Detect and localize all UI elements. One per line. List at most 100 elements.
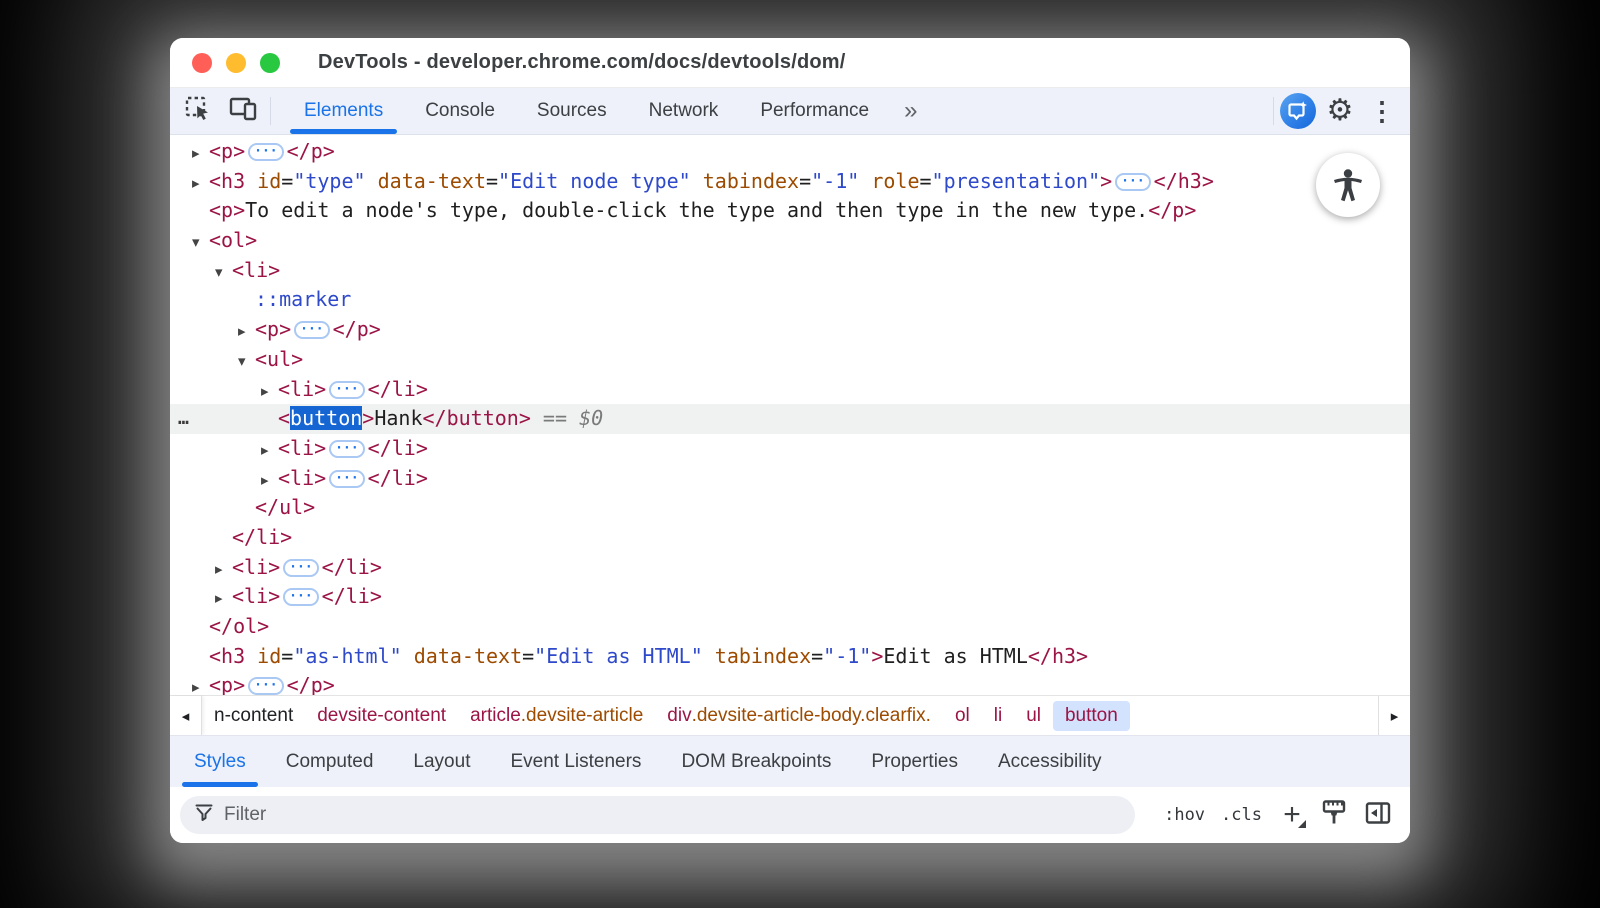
code-token: =: [281, 644, 293, 668]
dom-node-row[interactable]: ▸<h3 id="type" data-text="Edit node type…: [170, 167, 1410, 197]
inspect-element-button[interactable]: [180, 94, 216, 128]
minimize-window-button[interactable]: [226, 53, 246, 73]
dom-node-row[interactable]: ::marker: [170, 285, 1410, 315]
style-filter-field[interactable]: [180, 796, 1135, 834]
dom-node-row[interactable]: ▸<li>···</li>: [170, 553, 1410, 583]
ellipsis-expand-button[interactable]: ···: [248, 143, 283, 161]
tab-elements[interactable]: Elements: [283, 88, 404, 134]
breadcrumb-item[interactable]: div.devsite-article-body.clearfix.: [655, 701, 943, 731]
dom-node-row[interactable]: <p>To edit a node's type, double-click t…: [170, 196, 1410, 226]
dom-node-row[interactable]: ▾<ol>: [170, 226, 1410, 256]
dom-node-row[interactable]: ▸<li>···</li>: [170, 582, 1410, 612]
tag-token: </li>: [322, 555, 382, 579]
code-token: [366, 169, 378, 193]
dom-node-row[interactable]: ▸<p>···</p>: [170, 137, 1410, 167]
customize-devtools-button[interactable]: ⋮: [1364, 94, 1400, 128]
dom-node-row[interactable]: …<button>Hank</button> == $0: [170, 404, 1410, 434]
more-panels-button[interactable]: »: [890, 88, 929, 134]
dom-node-row[interactable]: ▸<p>···</p>: [170, 671, 1410, 695]
new-style-rule-button[interactable]: +: [1274, 797, 1310, 833]
sidebar-tab-accessibility[interactable]: Accessibility: [978, 736, 1121, 787]
tab-performance[interactable]: Performance: [739, 88, 890, 134]
ellipsis-expand-button[interactable]: ···: [329, 470, 364, 488]
close-window-button[interactable]: [192, 53, 212, 73]
breadcrumb-tag-part: li: [994, 705, 1002, 727]
sidebar-tab-layout[interactable]: Layout: [393, 736, 490, 787]
dom-node-row[interactable]: ▾<li>: [170, 256, 1410, 286]
breadcrumb-item[interactable]: li: [982, 701, 1014, 731]
dom-node-row[interactable]: ▸<p>···</p>: [170, 315, 1410, 345]
tag-token: </button>: [423, 406, 531, 430]
dom-node-row[interactable]: ▸<li>···</li>: [170, 464, 1410, 494]
tab-sources[interactable]: Sources: [516, 88, 628, 134]
collapse-arrow-icon[interactable]: ▾: [238, 347, 255, 377]
expand-arrow-icon[interactable]: ▸: [261, 377, 278, 407]
expand-arrow-icon[interactable]: ▸: [215, 584, 232, 614]
ellipsis-expand-button[interactable]: ···: [329, 440, 364, 458]
tag-token: <ol>: [209, 228, 257, 252]
breadcrumb-item[interactable]: devsite-content: [305, 701, 458, 731]
dom-node-row[interactable]: </li>: [170, 523, 1410, 553]
device-toolbar-toggle-button[interactable]: [226, 94, 262, 128]
toggle-sidebar-button[interactable]: [1358, 797, 1398, 833]
breadcrumb-scroll-right-button[interactable]: ▸: [1378, 696, 1410, 735]
tag-token: <li>: [278, 377, 326, 401]
zoom-window-button[interactable]: [260, 53, 280, 73]
dom-node-row[interactable]: ▸<li>···</li>: [170, 434, 1410, 464]
collapse-arrow-icon[interactable]: ▾: [192, 228, 209, 258]
breadcrumb-item[interactable]: ul: [1014, 701, 1053, 731]
tag-token: <h3: [209, 644, 245, 668]
attribute-value-token: "Edit node type": [498, 169, 691, 193]
sidebar-tab-dom-breakpoints[interactable]: DOM Breakpoints: [661, 736, 851, 787]
ellipsis-expand-button[interactable]: ···: [329, 381, 364, 399]
tab-network[interactable]: Network: [628, 88, 740, 134]
more-actions-indicator[interactable]: …: [178, 404, 190, 434]
tag-token: <: [278, 406, 290, 430]
dom-node-row[interactable]: ▾<ul>: [170, 345, 1410, 375]
dom-node-row[interactable]: <h3 id="as-html" data-text="Edit as HTML…: [170, 642, 1410, 672]
ellipsis-expand-button[interactable]: ···: [248, 677, 283, 695]
filter-funnel-icon: [194, 803, 214, 828]
expand-arrow-icon[interactable]: ▸: [192, 169, 209, 199]
expand-arrow-icon[interactable]: ▸: [238, 317, 255, 347]
attribute-value-token: "presentation": [932, 169, 1101, 193]
attribute-value-token: "as-html": [293, 644, 401, 668]
settings-button[interactable]: ⚙︎: [1322, 94, 1358, 128]
toggle-hov[interactable]: :hov: [1156, 805, 1213, 825]
attribute-name-token: tabindex: [715, 644, 811, 668]
expand-arrow-icon[interactable]: ▸: [192, 673, 209, 695]
collapse-arrow-icon[interactable]: ▾: [215, 258, 232, 288]
ellipsis-expand-button[interactable]: ···: [294, 321, 329, 339]
expand-arrow-icon[interactable]: ▸: [192, 139, 209, 169]
sidebar-tab-bar: StylesComputedLayoutEvent ListenersDOM B…: [170, 735, 1410, 787]
sidebar-tab-styles[interactable]: Styles: [174, 736, 266, 787]
breadcrumb-item[interactable]: n-content: [202, 701, 305, 731]
rendering-emulation-button[interactable]: [1314, 797, 1354, 833]
breadcrumb-tag-part: article: [470, 705, 521, 727]
toggle-cls[interactable]: .cls: [1213, 805, 1270, 825]
ai-assistance-button[interactable]: [1280, 94, 1316, 128]
filter-input[interactable]: [224, 804, 1121, 826]
sidebar-tab-computed[interactable]: Computed: [266, 736, 394, 787]
tab-console[interactable]: Console: [404, 88, 516, 134]
breadcrumb: n-contentdevsite-contentarticle.devsite-…: [202, 696, 1130, 735]
ellipsis-expand-button[interactable]: ···: [1115, 173, 1150, 191]
expand-arrow-icon[interactable]: ▸: [261, 436, 278, 466]
node-text: To edit a node's type, double-click the …: [245, 198, 1148, 222]
breadcrumb-scroll-left-button[interactable]: ◂: [170, 696, 202, 735]
attribute-name-token: role: [871, 169, 919, 193]
breadcrumb-item[interactable]: button: [1053, 701, 1130, 731]
tag-token: <li>: [232, 555, 280, 579]
ellipsis-expand-button[interactable]: ···: [283, 559, 318, 577]
dom-node-row[interactable]: </ul>: [170, 493, 1410, 523]
breadcrumb-tag-part: ul: [1026, 705, 1041, 727]
expand-arrow-icon[interactable]: ▸: [261, 466, 278, 496]
sidebar-tab-properties[interactable]: Properties: [851, 736, 978, 787]
dom-node-row[interactable]: </ol>: [170, 612, 1410, 642]
sidebar-tab-event-listeners[interactable]: Event Listeners: [490, 736, 661, 787]
ellipsis-expand-button[interactable]: ···: [283, 588, 318, 606]
expand-arrow-icon[interactable]: ▸: [215, 555, 232, 585]
breadcrumb-item[interactable]: article.devsite-article: [458, 701, 655, 731]
breadcrumb-item[interactable]: ol: [943, 701, 982, 731]
dom-node-row[interactable]: ▸<li>···</li>: [170, 375, 1410, 405]
